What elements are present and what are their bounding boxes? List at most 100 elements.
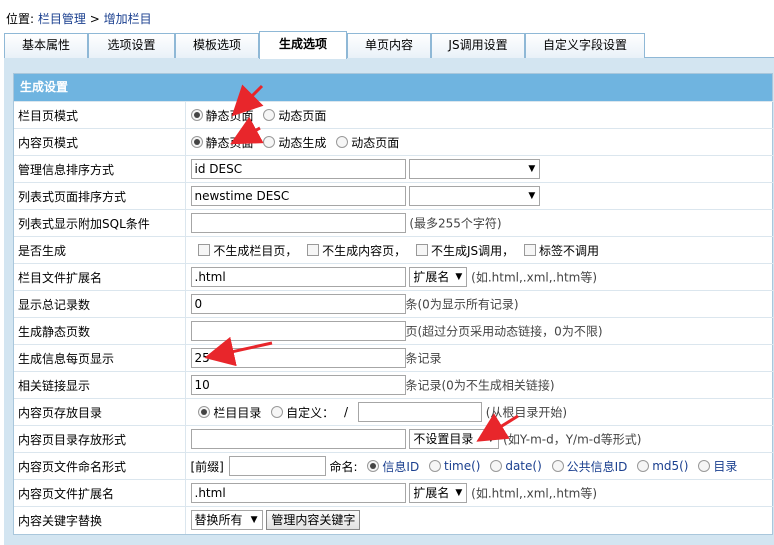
list-ext-select[interactable]: 扩展名 ▼ (409, 267, 468, 287)
chevron-down-icon: ▼ (250, 515, 258, 526)
settings-box: 生成设置 栏目页模式 静态页面 动态页面 内容页模式 静态页面 动态生成 动态页… (13, 73, 774, 535)
breadcrumb-current[interactable]: 增加栏目 (104, 12, 152, 26)
dir-format-select[interactable]: 不设置目录 ▼ (409, 429, 500, 449)
radio-info-id[interactable] (367, 460, 380, 472)
dir-format-input[interactable] (190, 429, 406, 449)
custom-dir-input[interactable] (357, 402, 482, 422)
prefix-label: [前缀] (190, 459, 224, 474)
checkbox-no-tag[interactable] (524, 244, 537, 256)
radio-dynamic[interactable] (263, 109, 276, 121)
label: 内容页目录存放形式 (14, 425, 186, 453)
slash: / (344, 405, 349, 419)
hint: 页(超过分页采用动态链接，0为不限) (405, 324, 603, 339)
checkbox-label: 不生成内容页， (322, 243, 407, 258)
label: 生成静态页数 (14, 317, 186, 345)
hint: (如Y-m-d，Y/m-d等形式) (503, 432, 642, 447)
radio-public-id[interactable] (551, 460, 564, 472)
radio-date[interactable] (490, 460, 503, 472)
radio-label: date() (505, 459, 542, 473)
list-sql-input[interactable] (190, 213, 406, 233)
row-list-order: 列表式页面排序方式 newstime DESC ▼ (14, 182, 774, 210)
radio-label: 静态页面 (205, 135, 254, 150)
radio-label: 动态页面 (278, 108, 327, 123)
row-content-mode: 内容页模式 静态页面 动态生成 动态页面 (14, 128, 774, 156)
tab-basic[interactable]: 基本属性 (4, 33, 88, 58)
list-order-select[interactable]: ▼ (409, 186, 541, 206)
radio-dynamic-page[interactable] (336, 136, 349, 148)
label: 生成信息每页显示 (14, 344, 186, 372)
radio-label: 自定义： (286, 405, 335, 420)
list-order-input[interactable]: newstime DESC (190, 186, 406, 206)
settings-table: 栏目页模式 静态页面 动态页面 内容页模式 静态页面 动态生成 动态页面 管理信… (14, 101, 774, 534)
row-list-ext: 栏目文件扩展名 .html 扩展名 ▼ (如.html,.xml,.htm等) (14, 263, 774, 291)
row-related: 相关链接显示 10 条记录(0为不生成相关链接) (14, 371, 774, 399)
row-content-ext: 内容页文件扩展名 .html 扩展名 ▼ (如.html,.xml,.htm等) (14, 479, 774, 507)
hint: 条记录(0为不生成相关链接) (405, 378, 555, 393)
row-generate: 是否生成 不生成栏目页， 不生成内容页， 不生成JS调用， 标签不调用 (14, 236, 774, 264)
tab-bar: 基本属性 选项设置 模板选项 生成选项 单页内容 JS调用设置 自定义字段设置 (4, 31, 774, 59)
tab-custom-fields[interactable]: 自定义字段设置 (525, 33, 645, 58)
select-value: 替换所有 (194, 513, 243, 528)
radio-label: 静态页面 (205, 108, 254, 123)
manage-order-select[interactable]: ▼ (409, 159, 541, 179)
row-dir-format: 内容页目录存放形式 不设置目录 ▼ (如Y-m-d，Y/m-d等形式) (14, 425, 774, 453)
radio-static[interactable] (190, 136, 203, 148)
static-pages-input[interactable] (190, 321, 406, 341)
radio-dir[interactable] (698, 460, 711, 472)
manage-keywords-button[interactable]: 管理内容关键字 (266, 510, 361, 531)
breadcrumb-separator: > (89, 12, 100, 26)
chevron-down-icon: ▼ (455, 272, 463, 282)
radio-md5[interactable] (637, 460, 650, 472)
per-page-input[interactable]: 25 (190, 348, 406, 368)
chevron-down-icon: ▼ (528, 164, 536, 174)
radio-dynamic-generate[interactable] (263, 136, 276, 148)
radio-label: 动态页面 (351, 135, 400, 150)
label: 栏目页模式 (14, 101, 186, 129)
radio-label: 栏目目录 (213, 405, 262, 420)
section-header: 生成设置 (14, 74, 772, 101)
checkbox-no-list[interactable] (198, 244, 211, 256)
row-list-mode: 栏目页模式 静态页面 动态页面 (14, 101, 774, 129)
checkbox-no-content[interactable] (307, 244, 320, 256)
label: 是否生成 (14, 236, 186, 264)
tab-generate[interactable]: 生成选项 (259, 31, 347, 59)
chevron-down-icon: ▼ (487, 434, 495, 444)
related-input[interactable]: 10 (190, 375, 406, 395)
keyword-replace-select[interactable]: 替换所有 ▼ (190, 510, 263, 531)
radio-custom-dir[interactable] (271, 406, 284, 418)
row-static-pages: 生成静态页数 页(超过分页采用动态链接，0为不限) (14, 317, 774, 345)
tab-template[interactable]: 模板选项 (175, 33, 259, 58)
label: 内容页文件命名形式 (14, 452, 186, 480)
hint: 条(0为显示所有记录) (405, 297, 519, 312)
content-ext-input[interactable]: .html (190, 483, 406, 503)
row-file-naming: 内容页文件命名形式 [前缀] 命名: 信息ID time() date() 公共… (14, 452, 774, 480)
breadcrumb-link-column-manage[interactable]: 栏目管理 (38, 12, 86, 26)
radio-static[interactable] (190, 109, 203, 121)
checkbox-label: 不生成栏目页， (213, 243, 298, 258)
radio-time[interactable] (429, 460, 442, 472)
hint: (最多255个字符) (409, 216, 502, 231)
row-keyword-replace: 内容关键字替换 替换所有 ▼ 管理内容关键字 (14, 506, 774, 534)
tab-single-page[interactable]: 单页内容 (347, 33, 431, 58)
checkbox-label: 不生成JS调用， (431, 243, 515, 258)
radio-label: 目录 (713, 459, 738, 474)
checkbox-no-js[interactable] (416, 244, 429, 256)
prefix-input[interactable] (228, 456, 326, 476)
tab-options[interactable]: 选项设置 (88, 33, 175, 58)
settings-panel: 生成设置 栏目页模式 静态页面 动态页面 内容页模式 静态页面 动态生成 动态页… (4, 58, 774, 545)
list-ext-input[interactable]: .html (190, 267, 406, 287)
label: 栏目文件扩展名 (14, 263, 186, 291)
tab-js-settings[interactable]: JS调用设置 (431, 33, 525, 58)
radio-label: 动态生成 (278, 135, 327, 150)
total-records-input[interactable]: 0 (190, 294, 406, 314)
label: 列表式显示附加SQL条件 (14, 209, 186, 237)
hint: (如.html,.xml,.htm等) (471, 486, 598, 501)
content-ext-select[interactable]: 扩展名 ▼ (409, 483, 468, 503)
breadcrumb: 位置: 栏目管理 > 增加栏目 (6, 10, 152, 27)
hint: (从根目录开始) (485, 405, 568, 420)
manage-order-input[interactable]: id DESC (190, 159, 406, 179)
label: 内容页模式 (14, 128, 186, 156)
radio-column-dir[interactable] (198, 406, 211, 418)
row-list-sql: 列表式显示附加SQL条件 (最多255个字符) (14, 209, 774, 237)
chevron-down-icon: ▼ (455, 488, 463, 498)
